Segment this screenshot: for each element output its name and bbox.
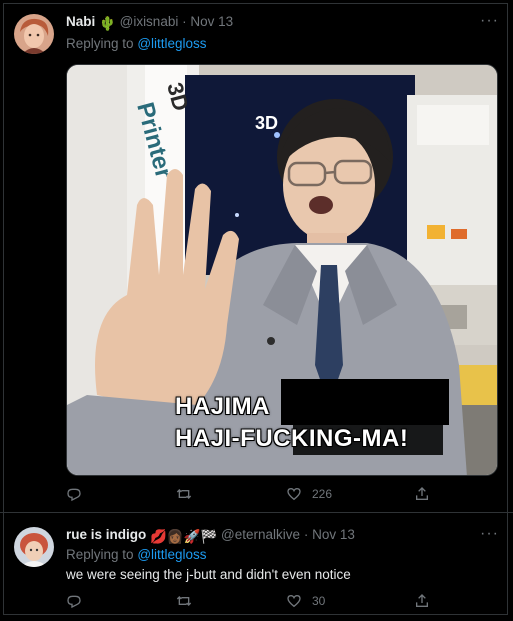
tweet-media-image[interactable]: 3D Printer 3D HAJIMA HAJI-FUCKING-MA! [66, 64, 498, 476]
tweet[interactable]: rue is indigo 💋👩🏾🚀🏁 @eternalkive · Nov 1… [0, 512, 513, 621]
sign-text-3d-screen: 3D [255, 113, 278, 133]
tweet-actions: 30 [66, 593, 446, 613]
replying-to: Replying to @littlegloss [66, 36, 207, 51]
tweet-header: Nabi 🌵 @ixisnabi · Nov 13 [66, 14, 233, 32]
tweet-date[interactable]: Nov 13 [190, 14, 233, 29]
caption-line-1: HAJIMA [175, 393, 271, 420]
like-icon [287, 594, 301, 608]
replying-prefix: Replying to [66, 547, 134, 562]
more-options-icon[interactable]: ··· [480, 525, 499, 543]
retweet-button[interactable] [176, 593, 192, 609]
caption-line-2: HAJI-FUCKING-MA! [175, 425, 409, 452]
share-button[interactable] [414, 593, 430, 609]
user-handle[interactable]: @ixisnabi [120, 14, 179, 29]
retweet-icon [176, 489, 192, 499]
meme-caption: HAJIMA HAJI-FUCKING-MA! [175, 391, 408, 455]
avatar[interactable] [14, 527, 54, 567]
tweet[interactable]: Nabi 🌵 @ixisnabi · Nov 13 ··· Replying t… [0, 0, 513, 510]
like-icon [287, 487, 301, 501]
display-name[interactable]: rue is indigo [66, 527, 146, 542]
retweet-icon [176, 596, 192, 606]
like-count: 30 [312, 594, 326, 608]
cactus-icon: 🌵 [99, 16, 116, 31]
reply-button[interactable] [66, 486, 82, 502]
like-button[interactable]: 226 [286, 486, 332, 502]
replying-to: Replying to @littlegloss [66, 547, 207, 562]
share-button[interactable] [414, 486, 430, 502]
avatar[interactable] [14, 14, 54, 54]
display-name[interactable]: Nabi [66, 14, 95, 29]
like-count: 226 [312, 487, 333, 501]
tweet-actions: 226 [66, 486, 446, 506]
share-icon [416, 487, 428, 500]
share-icon [416, 594, 428, 607]
user-handle[interactable]: @eternalkive [221, 527, 300, 542]
retweet-button[interactable] [176, 486, 192, 502]
more-options-icon[interactable]: ··· [480, 12, 499, 30]
reply-button[interactable] [66, 593, 82, 609]
name-emoji-icons: 💋👩🏾🚀🏁 [150, 529, 218, 544]
tweet-text: we were seeing the j-butt and didn't eve… [66, 567, 351, 582]
separator-dot: · [182, 14, 187, 29]
tweet-header: rue is indigo 💋👩🏾🚀🏁 @eternalkive · Nov 1… [66, 527, 355, 545]
separator-dot: · [303, 527, 309, 542]
replying-prefix: Replying to [66, 36, 134, 51]
replying-to-link[interactable]: @littlegloss [137, 36, 206, 51]
tweet-date[interactable]: Nov 13 [312, 527, 355, 542]
replying-to-link[interactable]: @littlegloss [137, 547, 206, 562]
reply-icon [67, 488, 81, 502]
like-button[interactable]: 30 [286, 593, 325, 609]
reply-icon [67, 595, 81, 609]
